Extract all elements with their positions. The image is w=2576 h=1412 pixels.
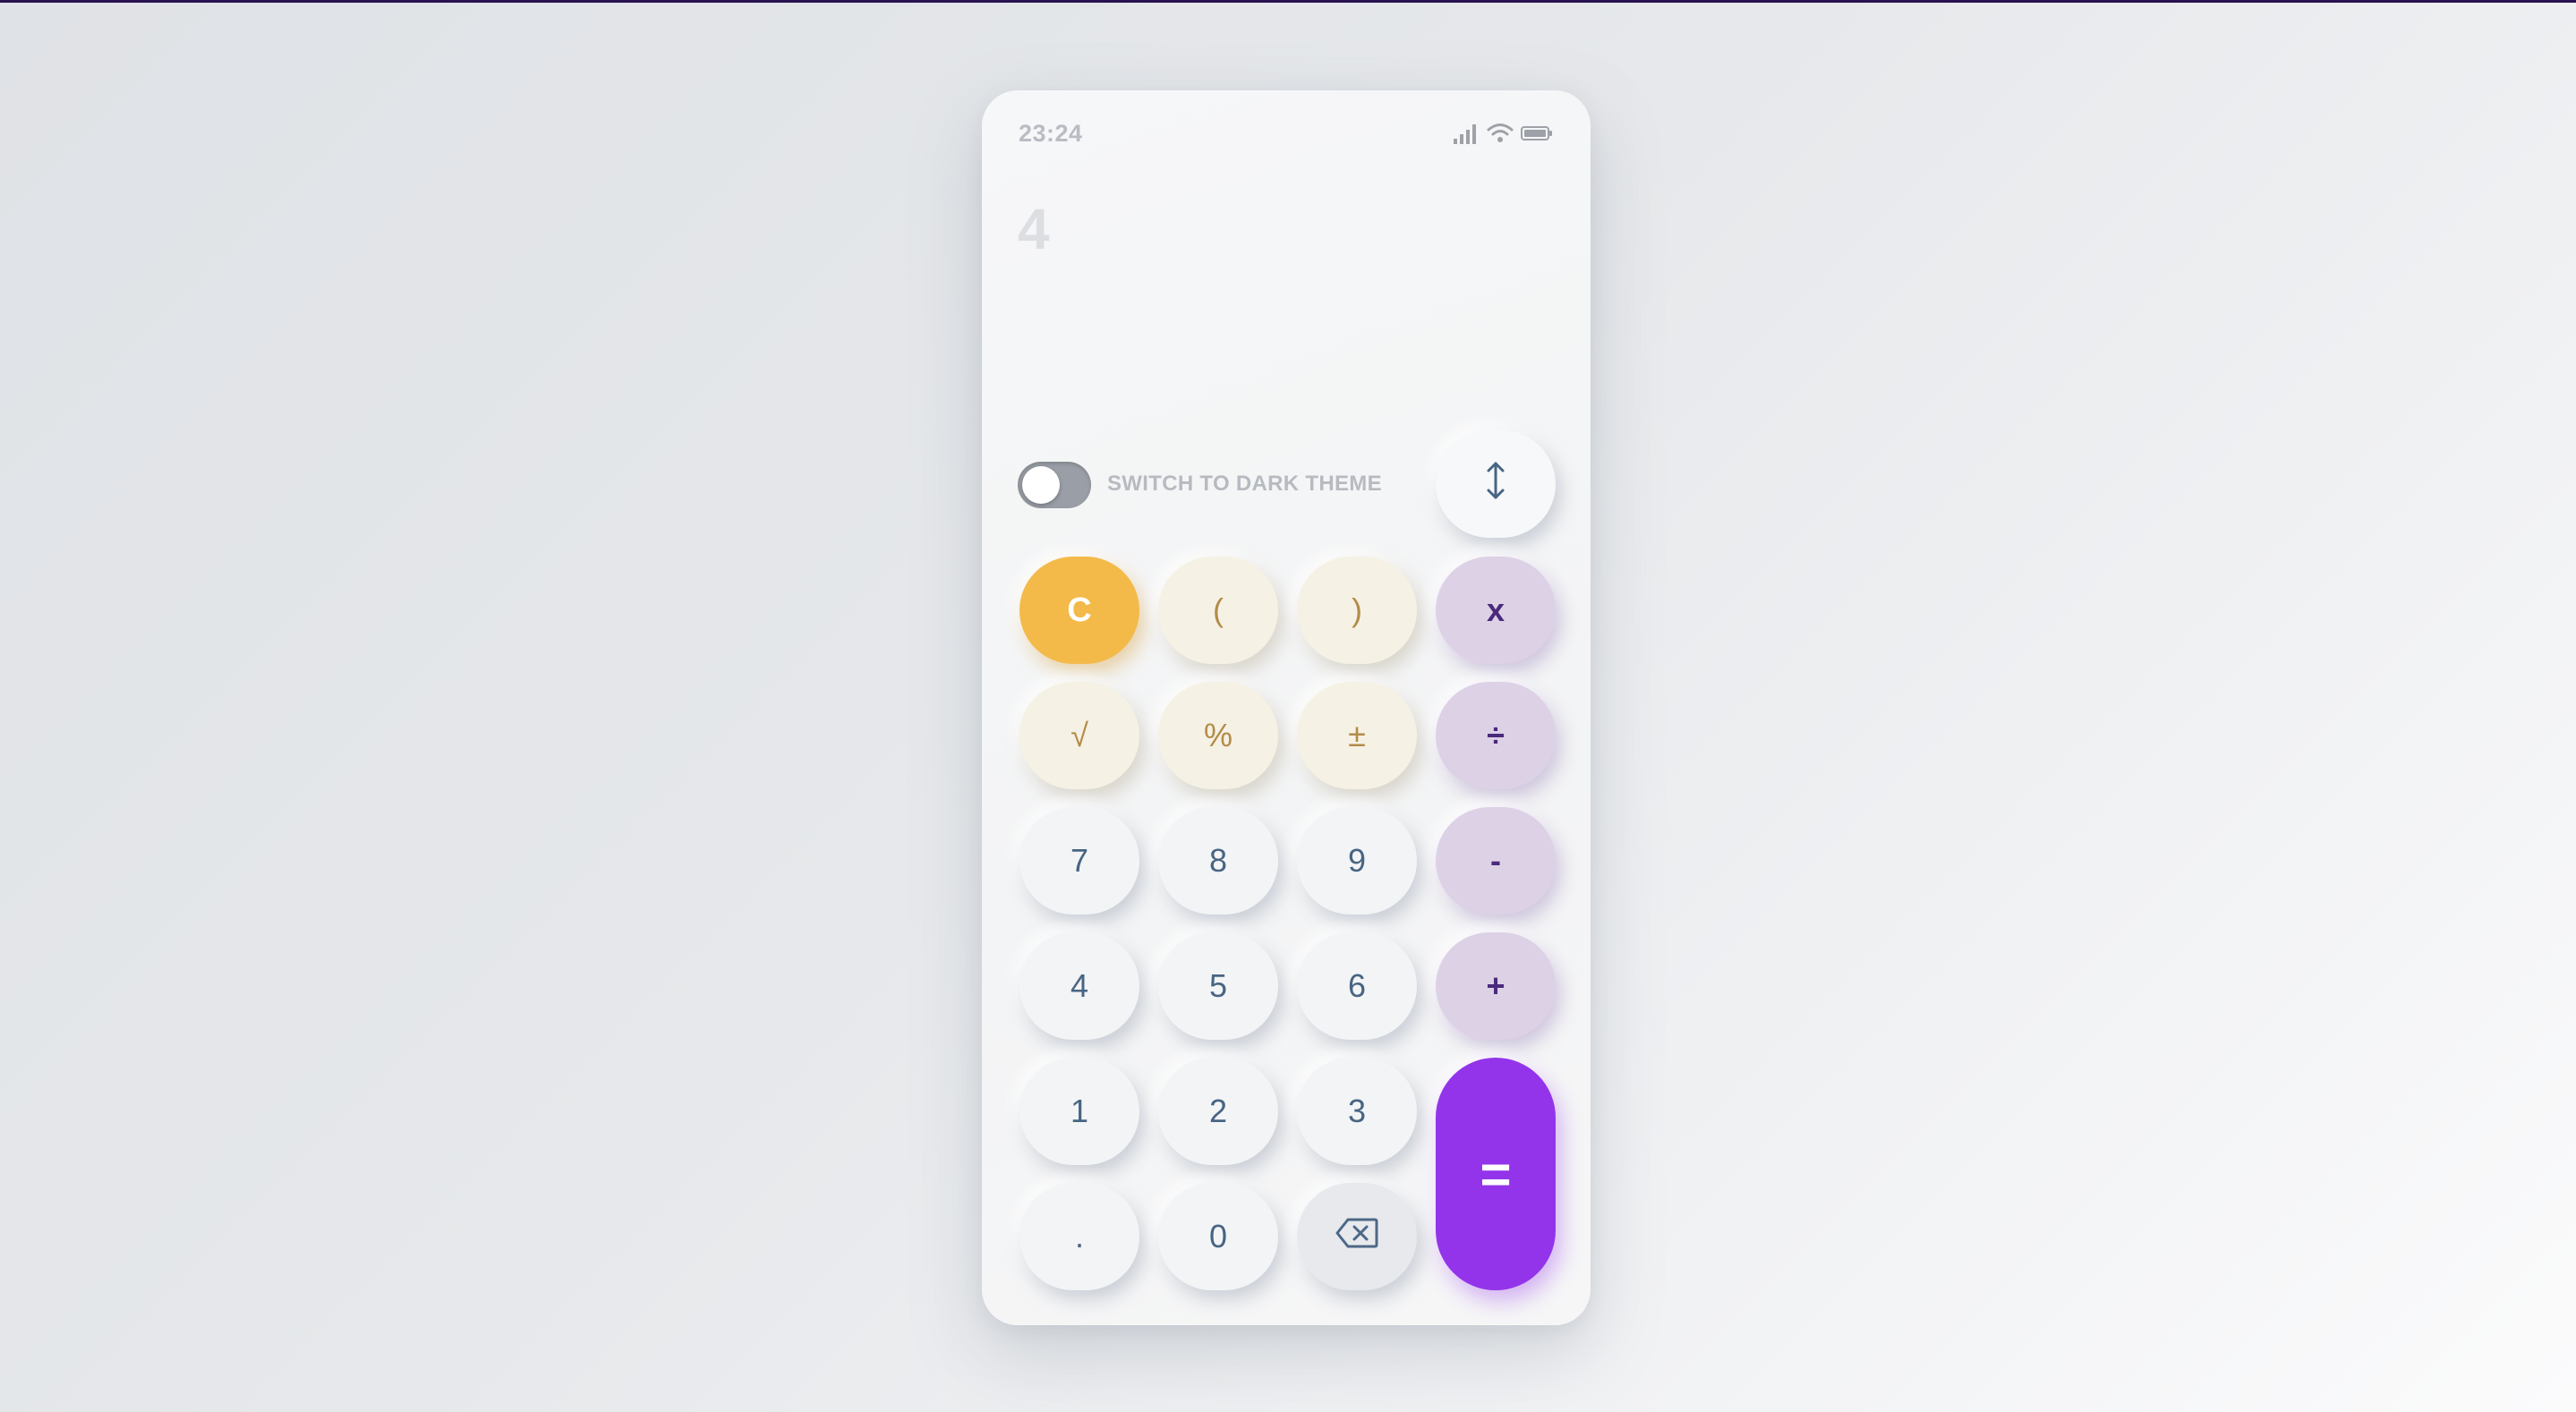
digit-7-button[interactable]: 7 <box>1019 807 1139 914</box>
status-time: 23:24 <box>1019 120 1083 147</box>
plus-button[interactable]: + <box>1436 932 1556 1040</box>
digit-0-button[interactable]: 0 <box>1158 1183 1278 1290</box>
digit-1-button[interactable]: 1 <box>1019 1058 1139 1165</box>
dark-theme-label: SWITCH TO DARK THEME <box>1107 472 1382 496</box>
dark-theme-toggle[interactable] <box>1018 462 1091 508</box>
digit-5-button[interactable]: 5 <box>1158 932 1278 1040</box>
calculator-card: 23:24 4 SWITCH TO DARK THEME C () x √ %… <box>982 90 1591 1325</box>
digit-6-button[interactable]: 6 <box>1297 932 1417 1040</box>
battery-icon <box>1521 124 1553 142</box>
backspace-icon <box>1335 1217 1378 1257</box>
status-icons <box>1453 123 1553 144</box>
top-border <box>0 0 2576 3</box>
digit-9-button[interactable]: 9 <box>1297 807 1417 914</box>
divide-button[interactable]: ÷ <box>1436 682 1556 789</box>
signal-icon <box>1453 123 1480 144</box>
close-paren-button[interactable]: ) <box>1297 557 1417 664</box>
plus-minus-button[interactable]: ± <box>1297 682 1417 789</box>
decimal-button[interactable]: . <box>1019 1183 1139 1290</box>
toggle-knob <box>1022 466 1060 504</box>
vertical-arrows-icon <box>1484 461 1507 508</box>
digit-4-button[interactable]: 4 <box>1019 932 1139 1040</box>
clear-button[interactable]: C <box>1019 557 1139 664</box>
multiply-button[interactable]: x <box>1436 557 1556 664</box>
digit-8-button[interactable]: 8 <box>1158 807 1278 914</box>
wifi-icon <box>1487 123 1514 144</box>
swap-button[interactable] <box>1436 430 1556 538</box>
result-display: 4 <box>1018 197 1050 261</box>
sqrt-button[interactable]: √ <box>1019 682 1139 789</box>
digit-2-button[interactable]: 2 <box>1158 1058 1278 1165</box>
digit-3-button[interactable]: 3 <box>1297 1058 1417 1165</box>
backspace-button[interactable] <box>1297 1183 1417 1290</box>
open-paren-button[interactable]: ( <box>1158 557 1278 664</box>
equals-button[interactable]: = <box>1436 1058 1556 1290</box>
minus-button[interactable]: - <box>1436 807 1556 914</box>
percent-button[interactable]: % <box>1158 682 1278 789</box>
